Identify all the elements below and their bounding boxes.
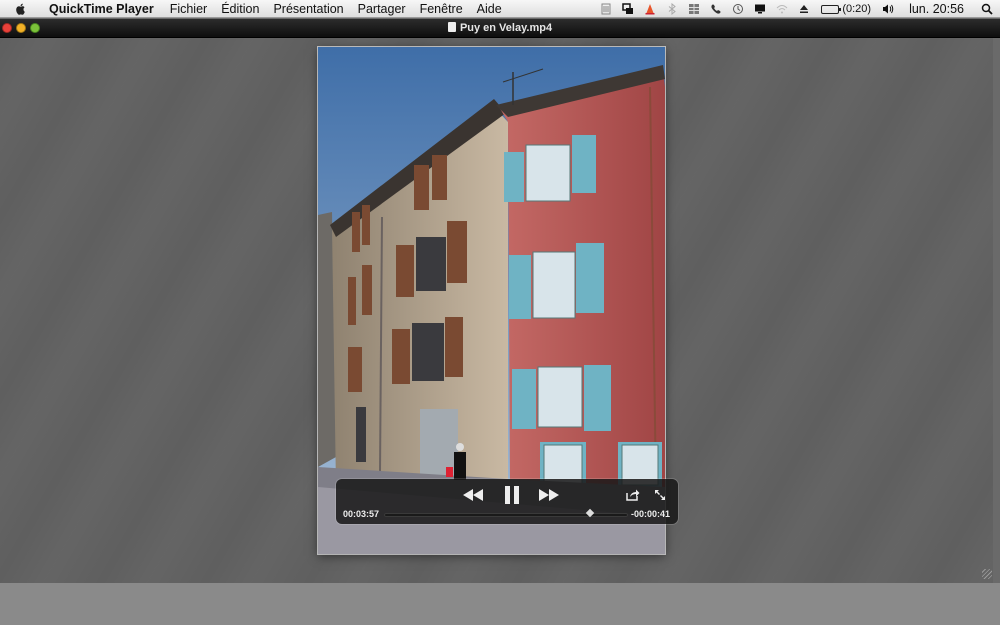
menu-edition[interactable]: Édition <box>214 0 266 18</box>
video-image <box>318 47 665 554</box>
screen-share-icon[interactable] <box>617 0 639 18</box>
menu-fichier[interactable]: Fichier <box>163 0 215 18</box>
share-button[interactable] <box>626 488 640 501</box>
volume-icon[interactable] <box>877 0 899 18</box>
eject-icon[interactable] <box>793 0 815 18</box>
bluetooth-icon[interactable] <box>661 0 683 18</box>
video-frame[interactable] <box>318 47 665 554</box>
menu-bar: QuickTime Player Fichier Édition Présent… <box>0 0 1000 18</box>
scrubber-thumb[interactable] <box>585 508 595 518</box>
apple-logo-icon[interactable] <box>14 2 28 16</box>
app-menu[interactable]: QuickTime Player <box>42 0 161 18</box>
remaining-time: -00:00:41 <box>630 509 670 519</box>
window-title-bar[interactable]: Puy en Velay.mp4 <box>0 19 1000 38</box>
phone-icon[interactable] <box>705 0 727 18</box>
movie-file-icon <box>447 22 456 32</box>
resize-grip-icon[interactable] <box>982 569 992 579</box>
menu-partager[interactable]: Partager <box>351 0 413 18</box>
playback-controller[interactable]: 00:03:57 -00:00:41 <box>336 479 678 524</box>
display-icon[interactable] <box>749 0 771 18</box>
notes-icon[interactable] <box>595 0 617 18</box>
elapsed-time: 00:03:57 <box>343 509 380 519</box>
share-icon <box>626 489 640 501</box>
pause-icon <box>505 486 519 504</box>
menu-fenetre[interactable]: Fenêtre <box>413 0 470 18</box>
grid-icon[interactable] <box>683 0 705 18</box>
battery-icon <box>821 4 842 14</box>
fast-forward-icon <box>539 489 559 501</box>
menubar-clock[interactable]: lun. 20:56 <box>899 2 974 16</box>
cone-icon[interactable] <box>639 0 661 18</box>
time-machine-icon[interactable] <box>727 0 749 18</box>
battery-status[interactable]: (0:20) <box>815 3 877 15</box>
menu-aide[interactable]: Aide <box>470 0 509 18</box>
battery-time: (0:20) <box>842 3 872 15</box>
window-title-container: Puy en Velay.mp4 <box>0 19 1000 37</box>
pause-button[interactable] <box>502 485 522 505</box>
scrubber-track[interactable] <box>384 508 628 518</box>
window-title: Puy en Velay.mp4 <box>459 22 553 34</box>
spotlight-icon[interactable] <box>974 0 1000 18</box>
fast-forward-button[interactable] <box>538 488 560 502</box>
fullscreen-icon <box>655 490 665 500</box>
wifi-icon[interactable] <box>771 0 793 18</box>
status-area: (0:20) lun. 20:56 <box>595 0 1000 18</box>
desktop-below-window <box>0 583 1000 625</box>
menu-presentation[interactable]: Présentation <box>266 0 350 18</box>
rewind-icon <box>463 489 483 501</box>
rewind-button[interactable] <box>462 488 484 502</box>
fullscreen-button[interactable] <box>654 489 666 501</box>
